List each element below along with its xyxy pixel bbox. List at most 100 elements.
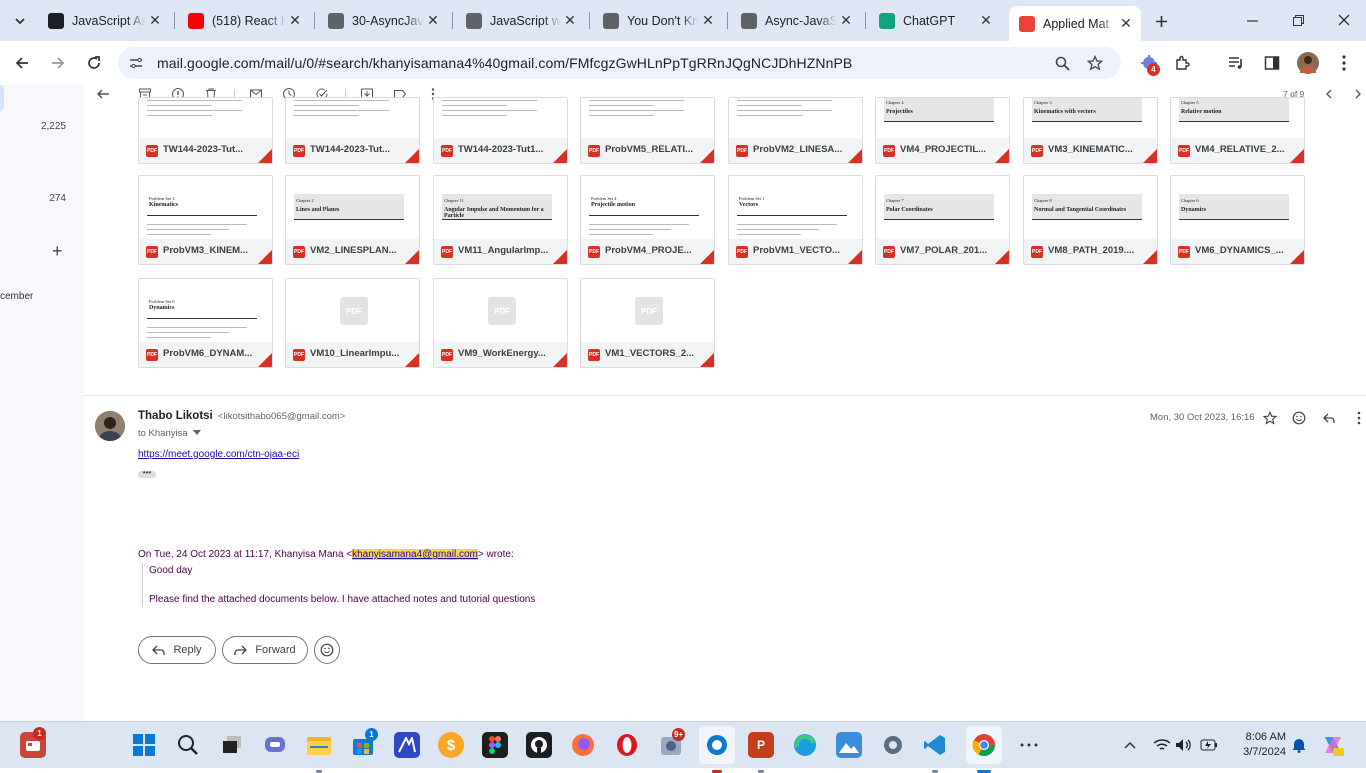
recipient-dropdown-icon[interactable] xyxy=(193,430,202,436)
reply-icon[interactable] xyxy=(1321,410,1337,426)
extensions-puzzle-icon[interactable] xyxy=(1172,53,1192,73)
close-tab-icon[interactable]: ✕ xyxy=(837,12,855,29)
attachment-card[interactable]: PDF TW144-2023-Tut... xyxy=(285,97,420,164)
attachment-card[interactable]: Chapter 7 Polar Coordinates PDF VM7_POLAR_2… xyxy=(875,175,1010,265)
browser-tab[interactable]: ChatGPT ✕ xyxy=(869,6,1001,35)
notification-bell-icon[interactable] xyxy=(1286,732,1312,758)
recipient-line[interactable]: to Khanyisa xyxy=(138,428,202,439)
profile-avatar[interactable] xyxy=(1297,52,1319,74)
teams-chat-icon[interactable] xyxy=(262,732,288,758)
attachment-card[interactable]: PDF TW144-2023-Tut... xyxy=(138,97,273,164)
close-tab-icon[interactable]: ✕ xyxy=(146,12,164,29)
chrome-icon[interactable] xyxy=(971,732,997,773)
browser-tab[interactable]: Async-JavaSc ✕ xyxy=(731,6,861,35)
bookmark-star-icon[interactable] xyxy=(1086,54,1104,72)
newer-chevron-icon[interactable] xyxy=(1322,87,1338,103)
browser-tab[interactable]: 30-AsyncJava ✕ xyxy=(318,6,448,35)
game-app-icon[interactable]: 9+ xyxy=(658,728,686,758)
copilot-icon[interactable] xyxy=(1320,732,1346,758)
attachment-card[interactable]: PDF PDF VM9_WorkEnergy... xyxy=(433,278,568,368)
quote-email-link[interactable]: khanyisamana4@gmail.com xyxy=(352,549,478,560)
attachment-card[interactable]: PDF ProbVM2_LINESA... xyxy=(728,97,863,164)
opera-icon[interactable] xyxy=(614,732,640,758)
powerpoint-icon[interactable]: P xyxy=(748,732,774,773)
attachment-card[interactable]: Problem Set 6 Dynamics PDF ProbVM6_DYNAM... xyxy=(138,278,273,368)
star-icon[interactable] xyxy=(1262,410,1278,426)
start-windows-icon[interactable] xyxy=(131,732,157,758)
restore-button[interactable] xyxy=(1284,8,1312,32)
close-tab-icon[interactable]: ✕ xyxy=(561,12,579,29)
emoji-button[interactable] xyxy=(314,636,340,664)
close-tab-icon[interactable]: ✕ xyxy=(699,12,717,29)
message-more-icon[interactable] xyxy=(1352,410,1366,426)
site-settings-icon[interactable] xyxy=(128,55,144,71)
attachment-card[interactable]: Problem Set 3 Kinematics PDF ProbVM3_KINEM.… xyxy=(138,175,273,265)
attachment-card[interactable]: PDF ProbVM5_RELATI... xyxy=(580,97,715,164)
show-hidden-icons-chevron-icon[interactable] xyxy=(1117,732,1143,758)
file-explorer-icon[interactable] xyxy=(306,732,332,773)
editor-icon[interactable] xyxy=(394,732,420,758)
active-app-icon[interactable] xyxy=(704,732,730,773)
github-icon[interactable] xyxy=(526,732,552,758)
forward-button[interactable]: Forward xyxy=(222,636,308,664)
microsoft-store-icon[interactable]: 1 xyxy=(350,728,378,758)
attachment-card[interactable]: PDF PDF VM1_VECTORS_2... xyxy=(580,278,715,368)
back-icon[interactable] xyxy=(12,53,32,73)
media-controls-icon[interactable] xyxy=(1226,53,1246,73)
extension-icon[interactable]: 4 xyxy=(1138,52,1160,76)
add-label-plus-icon[interactable]: + xyxy=(52,241,63,262)
close-tab-icon[interactable]: ✕ xyxy=(424,12,442,29)
attachment-card[interactable]: PDF PDF VM10_LinearImpu... xyxy=(285,278,420,368)
chrome-menu-icon[interactable] xyxy=(1334,53,1354,73)
clock-time: 8:06 AM xyxy=(1245,731,1286,743)
attachment-card[interactable]: Chapter 4 Projectiles PDF VM4_PROJECTIL... xyxy=(875,97,1010,164)
task-view-icon[interactable] xyxy=(219,732,245,758)
vscode-icon[interactable] xyxy=(922,732,948,773)
firefox-icon[interactable] xyxy=(570,732,596,758)
close-tab-icon[interactable]: ✕ xyxy=(977,12,995,29)
tab-search-chevron-icon[interactable] xyxy=(9,10,31,32)
more-apps-icon[interactable] xyxy=(1016,732,1042,758)
close-tab-icon[interactable]: ✕ xyxy=(286,12,304,29)
search-icon[interactable] xyxy=(175,732,201,758)
forward-icon[interactable] xyxy=(48,53,68,73)
attachment-card[interactable]: Chapter 8 Normal and Tangential Coordinat… xyxy=(1023,175,1158,265)
attachment-card[interactable]: Problem Set 1 Vectors PDF ProbVM1_VECTO... xyxy=(728,175,863,265)
emoji-reaction-icon[interactable] xyxy=(1291,410,1307,426)
minimize-button[interactable] xyxy=(1238,8,1266,32)
new-tab-button[interactable] xyxy=(1150,10,1172,32)
back-to-search-icon[interactable] xyxy=(96,87,112,103)
side-panel-icon[interactable] xyxy=(1262,53,1282,73)
close-tab-icon[interactable]: ✕ xyxy=(1117,15,1135,32)
attachment-card[interactable]: Chapter 11 Angular Impulse and Momentum f… xyxy=(433,175,568,265)
settings-gear-icon[interactable] xyxy=(880,732,906,758)
browser-tab[interactable]: You Don't Kn ✕ xyxy=(593,6,723,35)
attachment-card[interactable]: Chapter 2 Lines and Planes PDF VM2_LINESPLA… xyxy=(285,175,420,265)
photos-icon[interactable] xyxy=(836,732,862,758)
close-window-button[interactable] xyxy=(1330,8,1358,32)
figma-icon[interactable] xyxy=(482,732,508,758)
browser-tab[interactable]: Applied Mat ✕ xyxy=(1009,6,1141,41)
attachment-card[interactable]: Problem Set 4 Projectile motion PDF ProbVM4… xyxy=(580,175,715,265)
volume-icon[interactable] xyxy=(1171,732,1197,758)
widgets-icon[interactable]: 1 xyxy=(20,727,46,758)
attachment-card[interactable]: PDF TW144-2023-Tut1... xyxy=(433,97,568,164)
attachment-card[interactable]: Chapter 6 Dynamics PDF VM6_DYNAMICS_... xyxy=(1170,175,1305,265)
meet-link[interactable]: https://meet.google.com/ctn-ojaa-eci xyxy=(138,449,299,460)
browser-tab[interactable]: JavaScript wi ✕ xyxy=(456,6,585,35)
address-bar[interactable]: mail.google.com/mail/u/0/#search/khanyis… xyxy=(118,47,1121,79)
browser-tab[interactable]: JavaScript As ✕ xyxy=(38,6,170,35)
show-trimmed-content-button[interactable]: ••• xyxy=(138,469,156,478)
battery-icon[interactable] xyxy=(1196,732,1222,758)
thumbnail-text-line xyxy=(737,234,801,235)
attachment-card[interactable]: Chapter 5 Relative motion PDF VM4_RELATIVE_… xyxy=(1170,97,1305,164)
browser-tab[interactable]: (518) React H ✕ xyxy=(178,6,310,35)
reload-icon[interactable] xyxy=(84,53,104,73)
money-app-icon[interactable]: $ xyxy=(438,732,464,758)
reply-button[interactable]: Reply xyxy=(138,636,216,664)
edge-icon[interactable] xyxy=(792,732,818,758)
attachment-card[interactable]: Chapter 3 Kinematics with vectors PDF VM3_K… xyxy=(1023,97,1158,164)
zoom-search-icon[interactable] xyxy=(1054,55,1070,71)
older-chevron-icon[interactable] xyxy=(1351,87,1366,103)
system-clock[interactable]: 8:06 AM 3/7/2024 xyxy=(1228,730,1286,760)
